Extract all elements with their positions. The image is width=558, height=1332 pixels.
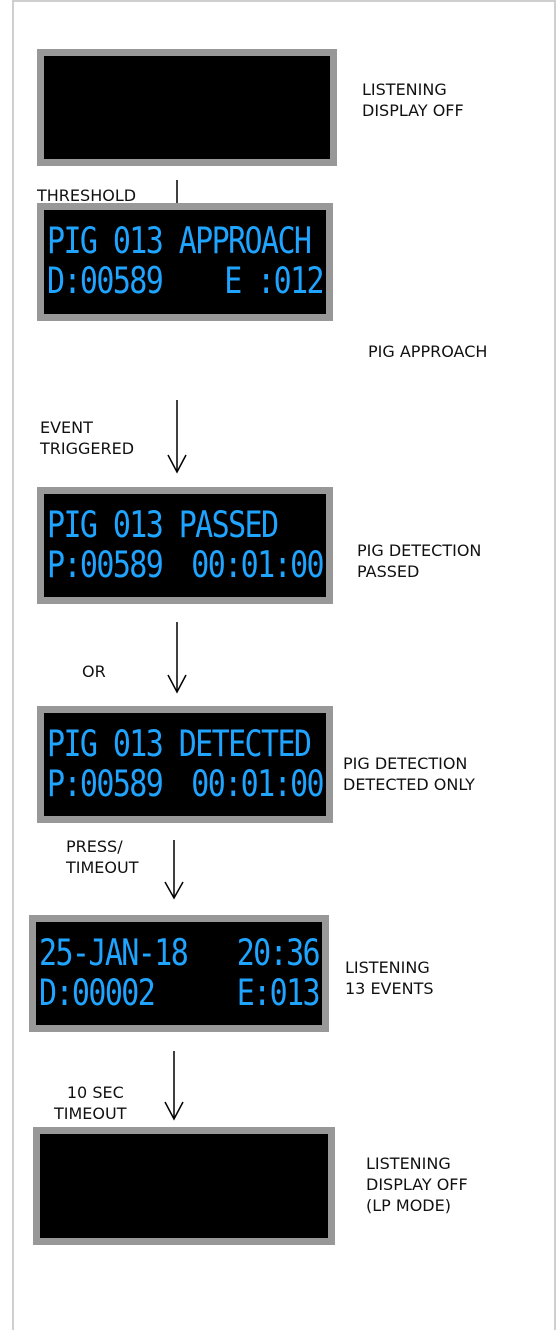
arrow-event-triggered bbox=[167, 400, 187, 474]
lcd-pig-passed: PIG 013 PASSED P:00589 00:01:00 bbox=[37, 487, 333, 604]
lcd-display-off bbox=[37, 49, 337, 166]
label-line: PIG DETECTION bbox=[343, 754, 468, 773]
arrow-press-timeout bbox=[164, 840, 184, 900]
lcd-screen bbox=[44, 56, 330, 159]
state-label-pig-approach: PIG APPROACH bbox=[368, 342, 488, 361]
label-line: DISPLAY OFF bbox=[362, 101, 464, 120]
lcd-listening-events: 25-JAN-18 20:36 D:00002 E:013 bbox=[29, 915, 329, 1032]
lcd-line-2: D:00589 E :012 bbox=[47, 258, 325, 307]
lcd-text: 00:01:00 bbox=[191, 543, 324, 587]
state-label-pig-passed: PIG DETECTION PASSED bbox=[357, 540, 481, 582]
state-label-lp-mode: LISTENING DISPLAY OFF (LP MODE) bbox=[366, 1153, 468, 1216]
lcd-screen: 25-JAN-18 20:36 D:00002 E:013 bbox=[36, 922, 322, 1025]
lcd-text: E:013 bbox=[236, 971, 321, 1015]
lcd-pig-detected: PIG 013 DETECTED P:00589 00:01:00 bbox=[37, 706, 333, 823]
label-line: LISTENING bbox=[345, 958, 430, 977]
transition-label-or: OR bbox=[82, 662, 106, 681]
arrow-10sec-timeout bbox=[164, 1051, 184, 1121]
label-line: LISTENING bbox=[366, 1154, 451, 1173]
lcd-line-2: P:00589 00:01:00 bbox=[47, 541, 325, 590]
lcd-text: 00:01:00 bbox=[191, 762, 324, 806]
label-line: DETECTED ONLY bbox=[343, 775, 475, 794]
state-label-listening-off: LISTENING DISPLAY OFF bbox=[362, 79, 464, 121]
label-line: (LP MODE) bbox=[366, 1196, 451, 1215]
transition-label-event-triggered: EVENT TRIGGERED bbox=[40, 418, 135, 458]
lcd-pig-approach: PIG 013 APPROACH D:00589 E :012 bbox=[37, 203, 333, 321]
arrow-threshold bbox=[176, 180, 178, 204]
label-line: LISTENING bbox=[362, 80, 447, 99]
lcd-screen bbox=[40, 1134, 328, 1238]
lcd-screen: PIG 013 DETECTED P:00589 00:01:00 bbox=[44, 713, 326, 816]
lcd-display-off-lp bbox=[33, 1127, 335, 1245]
label-line: PASSED bbox=[357, 562, 420, 581]
lcd-text: P:00589 bbox=[47, 543, 164, 587]
label-line: DISPLAY OFF bbox=[366, 1175, 468, 1194]
lcd-screen: PIG 013 APPROACH D:00589 E :012 bbox=[44, 210, 326, 314]
transition-label-10sec-timeout: 10 SEC TIMEOUT bbox=[54, 1083, 127, 1123]
lcd-text: P:00589 bbox=[47, 762, 164, 806]
lcd-text: D:00589 bbox=[47, 260, 164, 303]
state-label-listening-events: LISTENING 13 EVENTS bbox=[345, 957, 434, 999]
transition-label-threshold: THRESHOLD bbox=[37, 186, 137, 202]
lcd-screen: PIG 013 PASSED P:00589 00:01:00 bbox=[44, 494, 326, 597]
lcd-text: E :012 bbox=[224, 260, 324, 303]
arrow-or bbox=[167, 622, 187, 694]
lcd-text: D:00002 bbox=[39, 971, 156, 1015]
label-line: PIG DETECTION bbox=[357, 541, 482, 560]
lcd-line-2: D:00002 E:013 bbox=[39, 969, 321, 1018]
state-label-pig-detected: PIG DETECTION DETECTED ONLY bbox=[343, 753, 475, 795]
label-line: 13 EVENTS bbox=[345, 979, 434, 998]
transition-label-press-timeout: PRESS/ TIMEOUT bbox=[66, 837, 139, 877]
lcd-line-2: P:00589 00:01:00 bbox=[47, 760, 325, 809]
